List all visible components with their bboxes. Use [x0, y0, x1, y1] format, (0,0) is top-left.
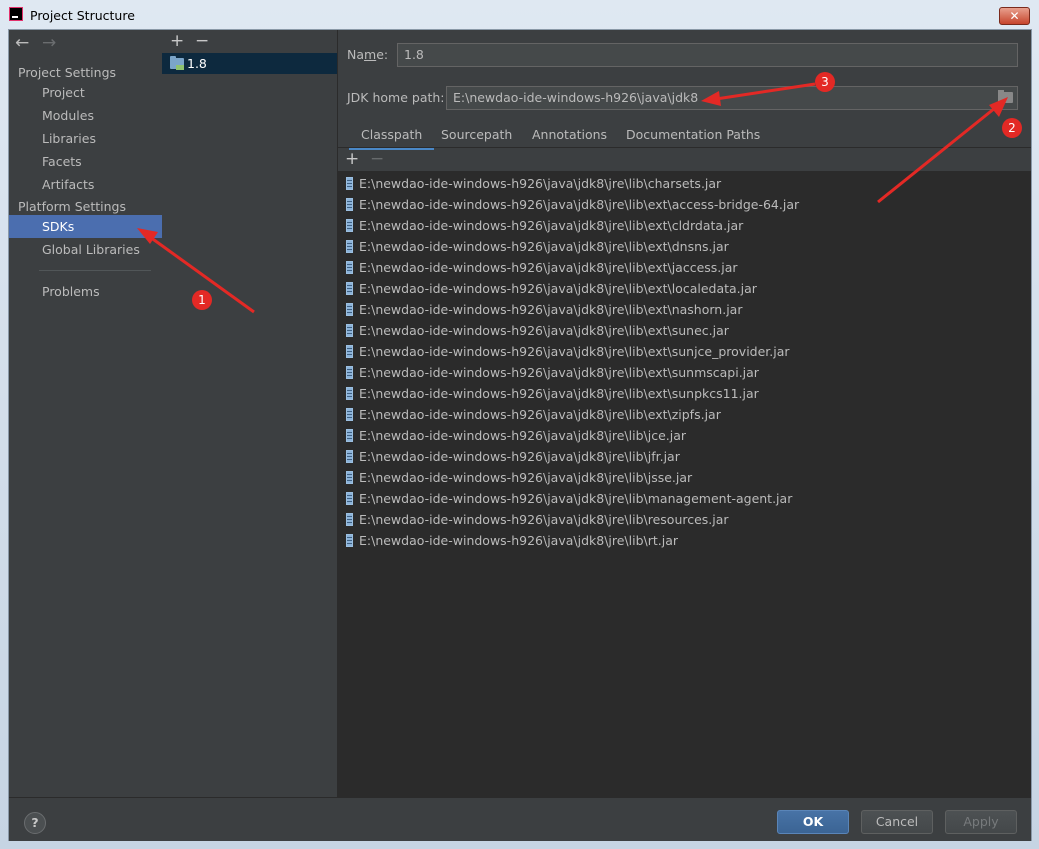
jdk-home-path-value: E:\newdao-ide-windows-h926\java\jdk8 — [453, 90, 699, 105]
list-item[interactable]: E:\newdao-ide-windows-h926\java\jdk8\jre… — [346, 488, 792, 509]
tab-classpath[interactable]: Classpath — [349, 123, 435, 150]
jar-icon — [346, 282, 353, 295]
dialog-content: ← → Project Settings Project Modules Lib… — [8, 29, 1032, 841]
sdk-item-label: 1.8 — [187, 56, 207, 71]
list-item[interactable]: E:\newdao-ide-windows-h926\java\jdk8\jre… — [346, 341, 790, 362]
project-structure-window: Project Structure ✕ ← → Project Settings… — [0, 0, 1039, 849]
classpath-list: E:\newdao-ide-windows-h926\java\jdk8\jre… — [337, 172, 1031, 797]
sdk-detail-panel: Name: 1.8 JDK home path: E:\newdao-ide-w… — [337, 30, 1031, 797]
jar-icon — [346, 177, 353, 190]
list-item[interactable]: E:\newdao-ide-windows-h926\java\jdk8\jre… — [346, 173, 721, 194]
list-item[interactable]: E:\newdao-ide-windows-h926\java\jdk8\jre… — [346, 362, 759, 383]
jar-icon — [346, 387, 353, 400]
nav-item-sdks[interactable]: SDKs — [9, 215, 162, 238]
intellij-app-icon — [9, 7, 23, 21]
jdk-home-path-field[interactable]: E:\newdao-ide-windows-h926\java\jdk8 — [446, 86, 1018, 110]
window-title: Project Structure — [30, 8, 135, 23]
nav-item-global-libraries[interactable]: Global Libraries — [9, 238, 162, 261]
title-bar: Project Structure ✕ — [0, 0, 1039, 29]
jar-icon — [346, 534, 353, 547]
jar-icon — [346, 345, 353, 358]
remove-sdk-icon[interactable]: − — [195, 31, 209, 51]
annotation-badge-2: 2 — [1002, 118, 1022, 138]
list-item[interactable]: E:\newdao-ide-windows-h926\java\jdk8\jre… — [346, 299, 742, 320]
list-item[interactable]: E:\newdao-ide-windows-h926\java\jdk8\jre… — [346, 530, 678, 551]
jar-icon — [346, 303, 353, 316]
jar-icon — [346, 366, 353, 379]
settings-nav: ← → Project Settings Project Modules Lib… — [9, 30, 163, 797]
nav-item-artifacts[interactable]: Artifacts — [9, 173, 162, 196]
list-item[interactable]: E:\newdao-ide-windows-h926\java\jdk8\jre… — [346, 278, 757, 299]
tab-annotations[interactable]: Annotations — [532, 123, 607, 147]
sdk-item-1-8[interactable]: 1.8 — [162, 53, 337, 74]
list-item[interactable]: E:\newdao-ide-windows-h926\java\jdk8\jre… — [346, 467, 692, 488]
jar-icon — [346, 471, 353, 484]
remove-classpath-icon[interactable]: − — [370, 149, 384, 169]
tab-documentation-paths[interactable]: Documentation Paths — [626, 123, 760, 147]
nav-item-project[interactable]: Project — [9, 81, 162, 104]
sdk-list-panel: + − 1.8 — [162, 30, 338, 797]
jar-icon — [346, 492, 353, 505]
project-settings-header: Project Settings — [18, 65, 117, 80]
jar-icon — [346, 219, 353, 232]
list-item[interactable]: E:\newdao-ide-windows-h926\java\jdk8\jre… — [346, 194, 799, 215]
jar-icon — [346, 261, 353, 274]
list-item[interactable]: E:\newdao-ide-windows-h926\java\jdk8\jre… — [346, 257, 738, 278]
list-item[interactable]: E:\newdao-ide-windows-h926\java\jdk8\jre… — [346, 404, 721, 425]
list-item[interactable]: E:\newdao-ide-windows-h926\java\jdk8\jre… — [346, 425, 686, 446]
help-button[interactable]: ? — [24, 812, 46, 834]
nav-item-facets[interactable]: Facets — [9, 150, 162, 173]
name-field[interactable]: 1.8 — [397, 43, 1018, 67]
jar-icon — [346, 429, 353, 442]
apply-button[interactable]: Apply — [945, 810, 1017, 834]
annotation-badge-1: 1 — [192, 290, 212, 310]
nav-item-modules[interactable]: Modules — [9, 104, 162, 127]
list-item[interactable]: E:\newdao-ide-windows-h926\java\jdk8\jre… — [346, 215, 743, 236]
cancel-button[interactable]: Cancel — [861, 810, 933, 834]
back-arrow-icon[interactable]: ← — [15, 33, 29, 53]
jdk-home-path-label: JDK home path: — [347, 90, 445, 105]
jar-icon — [346, 450, 353, 463]
tab-sourcepath[interactable]: Sourcepath — [441, 123, 512, 147]
list-item[interactable]: E:\newdao-ide-windows-h926\java\jdk8\jre… — [346, 320, 729, 341]
dialog-button-bar: ? OK Cancel Apply — [9, 797, 1031, 841]
list-item[interactable]: E:\newdao-ide-windows-h926\java\jdk8\jre… — [346, 236, 729, 257]
jar-icon — [346, 240, 353, 253]
jar-icon — [346, 408, 353, 421]
add-classpath-icon[interactable]: + — [345, 149, 359, 169]
jar-icon — [346, 324, 353, 337]
list-item[interactable]: E:\newdao-ide-windows-h926\java\jdk8\jre… — [346, 383, 759, 404]
browse-folder-icon[interactable] — [998, 90, 1013, 103]
nav-item-libraries[interactable]: Libraries — [9, 127, 162, 150]
name-label: Name: — [347, 47, 389, 62]
list-item[interactable]: E:\newdao-ide-windows-h926\java\jdk8\jre… — [346, 509, 729, 530]
annotation-badge-3: 3 — [815, 72, 835, 92]
add-sdk-icon[interactable]: + — [170, 31, 184, 51]
list-item[interactable]: E:\newdao-ide-windows-h926\java\jdk8\jre… — [346, 446, 680, 467]
close-window-button[interactable]: ✕ — [999, 7, 1030, 25]
nav-divider — [39, 270, 151, 271]
ok-button[interactable]: OK — [777, 810, 849, 834]
jar-icon — [346, 513, 353, 526]
platform-settings-header: Platform Settings — [18, 199, 126, 214]
jar-icon — [346, 198, 353, 211]
nav-item-problems[interactable]: Problems — [9, 280, 162, 303]
tab-divider — [337, 147, 1031, 148]
forward-arrow-icon[interactable]: → — [42, 33, 56, 53]
jdk-folder-icon — [170, 56, 184, 70]
